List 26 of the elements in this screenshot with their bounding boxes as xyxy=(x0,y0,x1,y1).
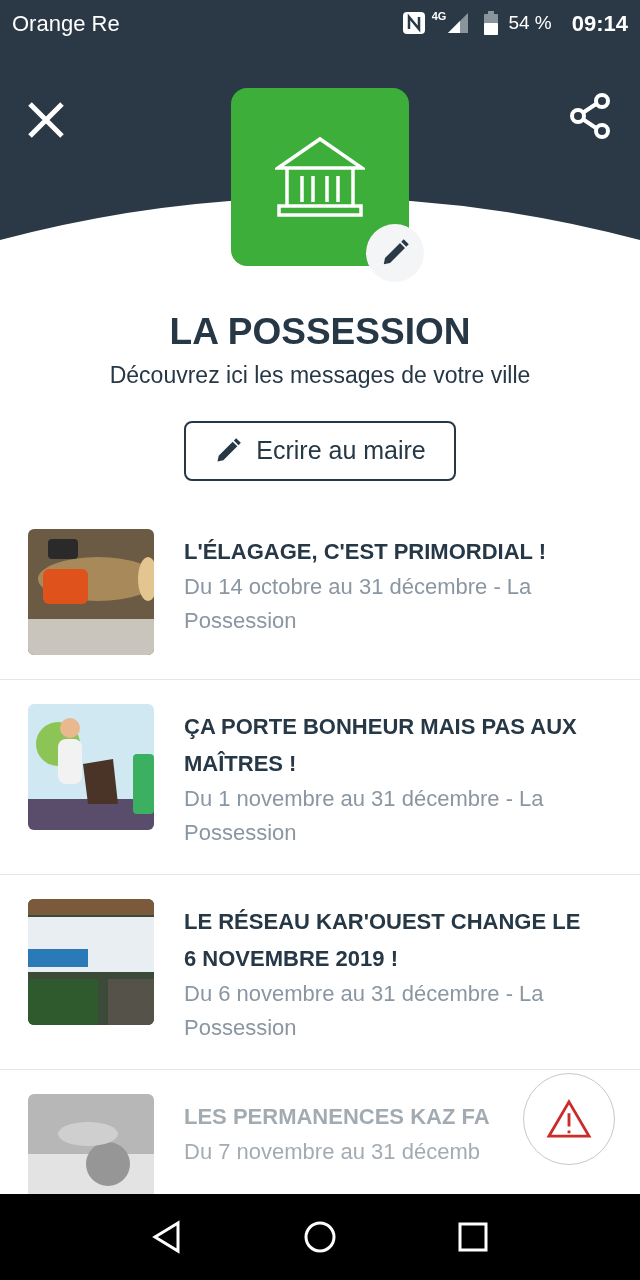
battery-level: 54 % xyxy=(508,10,552,35)
share-button[interactable] xyxy=(568,92,612,140)
home-button[interactable] xyxy=(303,1220,337,1254)
battery-icon xyxy=(484,11,499,35)
message-item[interactable]: ÇA PORTE BONHEUR MAIS PAS AUX MAÎTRES ! Du 1 novembre au 31 décembre - La Possession xyxy=(0,679,640,875)
message-dates: Du 14 octobre au 31 décembre - La Possession xyxy=(184,572,533,635)
clock: 09:14 xyxy=(571,9,628,38)
warning-icon xyxy=(546,1099,592,1139)
close-button[interactable] xyxy=(26,100,66,140)
message-dates: Du 7 novembre au 31 décemb xyxy=(184,1137,480,1166)
message-item[interactable]: L'ÉLAGAGE, C'EST PRIMORDIAL ! Du 14 octobre au 31 décembre - La Possession xyxy=(0,504,640,680)
message-dates: Du 1 novembre au 31 décembre - La Possession xyxy=(184,784,545,847)
town-name: LA POSSESSION xyxy=(169,310,471,354)
carrier-name: Orange Re xyxy=(12,9,120,38)
message-dates: Du 6 novembre au 31 décembre - La Possession xyxy=(184,979,545,1042)
network-type: 4G xyxy=(431,9,447,24)
write-mayor-button[interactable]: Ecrire au maire xyxy=(184,420,456,481)
nfc-icon xyxy=(401,11,426,35)
signal-icon xyxy=(446,11,471,35)
town-subtitle: Découvrez ici les messages de votre ville xyxy=(109,361,531,390)
message-title: LE RÉSEAU KAR'OUEST CHANGE LE 6 NOVEMBRE 2019 ! xyxy=(184,907,582,973)
message-title: LES PERMANENCES KAZ FA xyxy=(184,1102,490,1131)
message-item[interactable]: LE RÉSEAU KAR'OUEST CHANGE LE 6 NOVEMBRE 2019 ! Du 6 novembre au 31 décembre - La Possession xyxy=(0,874,640,1070)
message-title: ÇA PORTE BONHEUR MAIS PAS AUX MAÎTRES ! xyxy=(184,712,578,778)
recent-apps-button[interactable] xyxy=(456,1220,491,1254)
message-title: L'ÉLAGAGE, C'EST PRIMORDIAL ! xyxy=(184,537,547,566)
